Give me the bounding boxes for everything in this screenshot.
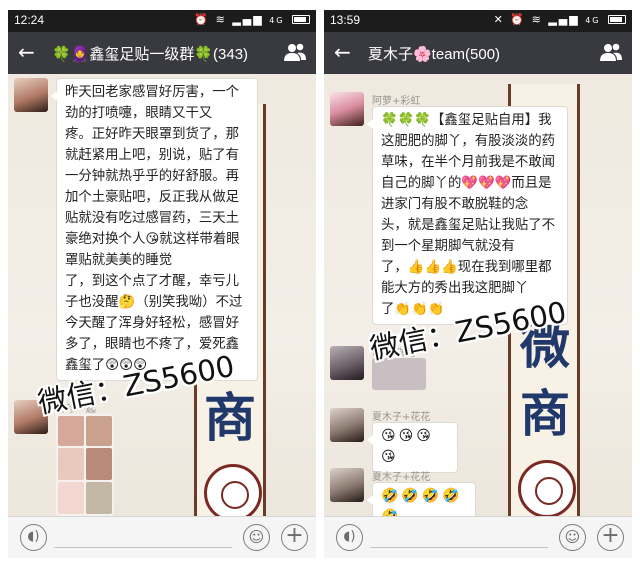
phone-screenshot-right: 13:59 ✕ ⏰ ≋ ▂▄▆ 4G ← 夏木子🌸team(500) 微 商 阿…	[324, 10, 632, 558]
avatar[interactable]	[14, 78, 48, 112]
message-input[interactable]	[370, 547, 548, 548]
message-line: 这肥肥的脚丫，有股淡淡的药	[381, 134, 556, 149]
image-thumbnail	[86, 448, 112, 480]
message-line: 了，到这个点了才醒，幸亏儿	[65, 274, 240, 289]
sender-nickname: 夏木子+花花	[372, 412, 431, 423]
poster-seal	[204, 464, 262, 516]
image-thumbnail	[58, 448, 84, 480]
alarm-icon: ⏰	[194, 13, 211, 26]
message-line: 就赶紧用上吧，别说，贴了有	[65, 148, 240, 163]
battery-icon	[292, 15, 310, 24]
message-line: 一分钟就热乎乎的好舒服。再	[65, 169, 240, 184]
avatar[interactable]	[330, 346, 364, 380]
plus-icon[interactable]: +	[281, 524, 308, 551]
message-line: 昨天回老家感冒好厉害，一个	[65, 85, 240, 100]
message-line: 子也没醒🤔（别笑我呦）不过	[65, 295, 243, 310]
poster-seal	[518, 460, 576, 516]
message-line: 豪绝对换个人😘就这样带着眼	[65, 232, 240, 247]
back-arrow-icon[interactable]: ←	[18, 40, 35, 64]
voice-icon[interactable]: ◖)	[336, 524, 363, 551]
mute-icon: ✕	[493, 13, 505, 26]
message-line: 🍀🍀🍀【鑫玺足贴自用】我	[381, 113, 552, 128]
input-bar: ◖) ☺ +	[8, 516, 316, 558]
chat-area[interactable]: 商 昨天回老家感冒好厉害，一个 劲的打喷嚏，眼睛又干又 疼。正好昨天眼罩到货了，…	[8, 74, 316, 516]
message-bubble[interactable]: 🤣🤣🤣🤣🤣	[367, 482, 476, 516]
voice-icon[interactable]: ◖)	[20, 524, 47, 551]
status-icons: ✕ ⏰ ≋ ▂▄▆ 4G	[494, 13, 626, 26]
avatar[interactable]	[330, 408, 364, 442]
chat-title: 夏木子🌸team(500)	[368, 46, 501, 63]
status-icons: ⏰ ≋ ▂▄▆ 4G	[194, 13, 310, 26]
message-bubble[interactable]: 😘😘😘😘	[367, 422, 458, 473]
status-bar: 12:24 ⏰ ≋ ▂▄▆ 4G	[8, 10, 316, 32]
image-thumbnail	[86, 482, 112, 514]
plus-icon[interactable]: +	[597, 524, 624, 551]
emoji-icon[interactable]: ☺	[243, 524, 270, 551]
back-arrow-icon[interactable]: ←	[334, 40, 351, 64]
network-type: 4G	[585, 16, 601, 25]
emoji-icon[interactable]: ☺	[559, 524, 586, 551]
sender-nickname: 阿萝+彩虹	[372, 96, 421, 107]
message-line: 疼。正好昨天眼罩到货了，那	[65, 127, 240, 142]
message-line: 罩贴就美美的睡觉	[65, 253, 173, 268]
signal-icon: ▂▄▆	[232, 13, 264, 26]
wifi-icon: ≋	[215, 13, 227, 26]
message-line: 头，就是鑫玺足贴让我贴了不	[381, 218, 556, 233]
battery-icon	[608, 15, 626, 24]
phone-screenshot-left: 12:24 ⏰ ≋ ▂▄▆ 4G ← 🍀🧕鑫玺足贴一级群🍀(343) 商 昨天回…	[8, 10, 316, 558]
message-input[interactable]	[54, 547, 232, 548]
wifi-icon: ≋	[531, 13, 543, 26]
alarm-icon: ⏰	[510, 13, 527, 26]
message-line: 加个土豪贴吧，反正我从做足	[65, 190, 240, 205]
network-type: 4G	[269, 16, 285, 25]
message-line: 今天醒了浑身好轻松，感冒好	[65, 316, 240, 331]
message-bubble[interactable]: 昨天回老家感冒好厉害，一个 劲的打喷嚏，眼睛又干又 疼。正好昨天眼罩到货了，那 …	[51, 78, 258, 381]
image-thumbnail	[86, 416, 112, 446]
image-thumbnail	[58, 416, 84, 446]
image-thumbnail	[58, 482, 84, 514]
message-line: 自己的脚丫的💖💖💖而且是	[381, 176, 552, 191]
signal-icon: ▂▄▆	[548, 13, 580, 26]
message-line: 进家门有股不敢脱鞋的念	[381, 197, 529, 212]
image-message[interactable]	[56, 414, 114, 516]
message-line: 贴就没有吃过感冒药，三天土	[65, 211, 240, 226]
status-bar: 13:59 ✕ ⏰ ≋ ▂▄▆ 4G	[324, 10, 632, 32]
sender-nickname: 夏木子+花花	[372, 472, 431, 483]
message-line: 劲的打喷嚏，眼睛又干又	[65, 106, 213, 121]
chat-title: 🍀🧕鑫玺足贴一级群🍀(343)	[52, 46, 249, 63]
chat-header: ← 🍀🧕鑫玺足贴一级群🍀(343)	[8, 32, 316, 74]
poster-character: 商	[520, 384, 570, 443]
message-line: 到一个星期脚气就没有	[381, 239, 515, 254]
group-members-icon[interactable]	[284, 42, 306, 62]
status-time: 12:24	[14, 13, 45, 27]
status-time: 13:59	[330, 13, 361, 27]
avatar[interactable]	[330, 468, 364, 502]
group-members-icon[interactable]	[600, 42, 622, 62]
message-line: 草味，在半个月前我是不敢闻	[381, 155, 556, 170]
avatar[interactable]	[330, 92, 364, 126]
input-bar: ◖) ☺ +	[324, 516, 632, 558]
message-line: 了，👍👍👍现在我到哪里都	[381, 260, 552, 275]
chat-area[interactable]: 微 商 阿萝+彩虹 🍀🍀🍀【鑫玺足贴自用】我 这肥肥的脚丫，有股淡淡的药 草味，…	[324, 74, 632, 516]
chat-header: ← 夏木子🌸team(500)	[324, 32, 632, 74]
